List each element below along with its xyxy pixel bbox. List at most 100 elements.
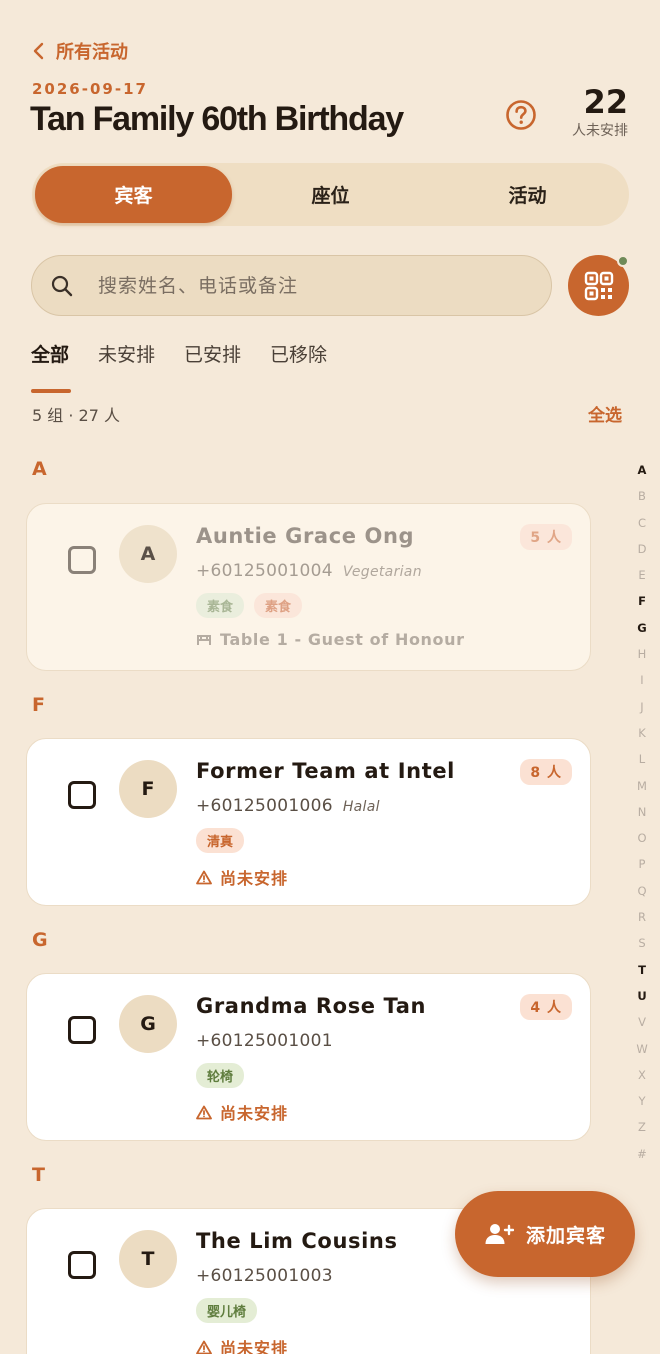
phone-number: +60125001006 [196, 796, 333, 816]
filter-assigned[interactable]: 已安排 [184, 340, 241, 381]
guest-name: The Lim Cousins [196, 1229, 398, 1253]
tab-guests[interactable]: 宾客 [35, 166, 232, 223]
tab-event[interactable]: 活动 [429, 166, 626, 223]
alphabet-index-letter[interactable]: C [638, 515, 646, 541]
alphabet-index-letter[interactable]: M [637, 778, 647, 804]
guest-card[interactable]: F Former Team at Intel +60125001006 Halal… [26, 738, 591, 906]
seat-status: Table 1 - Guest of Honour [196, 630, 465, 649]
alphabet-index-letter[interactable]: B [638, 488, 646, 514]
add-guest-button[interactable]: 添加宾客 [455, 1191, 635, 1277]
seat-status: 尚未安排 [196, 1335, 288, 1354]
guest-phone: +60125001001 [196, 1031, 333, 1051]
select-all-button[interactable]: 全选 [588, 401, 622, 426]
alphabet-index-letter[interactable]: I [640, 672, 643, 698]
search-bar [31, 255, 552, 316]
alphabet-index-letter[interactable]: X [638, 1067, 646, 1093]
alphabet-index-letter[interactable]: D [638, 541, 647, 567]
guest-phone: +60125001003 [196, 1266, 333, 1286]
unassigned-label: 人未安排 [572, 123, 628, 139]
alphabet-index-letter[interactable]: Q [637, 883, 646, 909]
alphabet-index-letter[interactable]: H [638, 646, 647, 672]
event-date: 2026-09-17 [32, 80, 148, 98]
alphabet-index-letter[interactable]: S [638, 935, 645, 961]
alphabet-index-letter[interactable]: J [640, 699, 643, 725]
tag-list: 清真 [196, 828, 245, 853]
notification-dot [617, 255, 629, 267]
alphabet-index-letter[interactable]: R [638, 909, 646, 935]
alphabet-index-letter[interactable]: P [639, 856, 646, 882]
guest-checkbox[interactable] [68, 1016, 96, 1044]
alphabet-index-letter[interactable]: F [638, 593, 646, 619]
alphabet-index-letter[interactable]: # [637, 1146, 647, 1172]
back-button[interactable]: 所有活动 [32, 38, 128, 64]
alphabet-index-letter[interactable]: U [637, 988, 646, 1014]
tag: 素食 [254, 593, 303, 618]
search-icon [51, 275, 73, 296]
alphabet-index-letter[interactable]: Z [638, 1119, 646, 1145]
avatar: A [119, 525, 177, 583]
seat-status: 尚未安排 [196, 865, 288, 889]
alphabet-index-letter[interactable]: N [638, 804, 647, 830]
seat-status-text: 尚未安排 [220, 869, 289, 888]
unassigned-counter: 22 人未安排 [572, 84, 628, 140]
section-header-g: G [32, 929, 48, 951]
guest-name: Auntie Grace Ong [196, 524, 415, 548]
help-icon[interactable] [505, 99, 537, 131]
add-person-icon [485, 1224, 514, 1244]
qr-scan-button[interactable] [568, 255, 629, 316]
tag: 婴儿椅 [196, 1298, 258, 1323]
filter-removed[interactable]: 已移除 [270, 340, 327, 381]
chevron-left-icon [33, 42, 44, 60]
unassigned-count: 22 [583, 83, 628, 121]
guest-note: Halal [342, 799, 380, 815]
guest-phone: +60125001006 Halal [196, 796, 380, 816]
guest-checkbox[interactable] [68, 546, 96, 574]
tag-list: 轮椅 [196, 1063, 245, 1088]
guest-name: Grandma Rose Tan [196, 994, 427, 1018]
filter-tabs: 全部 未安排 已安排 已移除 [31, 340, 327, 393]
search-input[interactable] [98, 274, 498, 297]
seat-status-text: Table 1 - Guest of Honour [220, 630, 465, 649]
avatar: F [119, 760, 177, 818]
alphabet-index[interactable]: A B C D E F G H I J K L M N O P Q R S T U V W X Y Z # [632, 462, 652, 1172]
tab-seating[interactable]: 座位 [232, 166, 429, 223]
alphabet-index-letter[interactable]: V [638, 1014, 646, 1040]
alphabet-index-letter[interactable]: O [637, 830, 646, 856]
seat-status: 尚未安排 [196, 1100, 288, 1124]
group-summary: 5 组 · 27 人 [32, 406, 120, 425]
guest-card[interactable]: A Auntie Grace Ong +60125001004 Vegetaria… [26, 503, 591, 671]
alphabet-index-letter[interactable]: L [639, 751, 645, 777]
guest-checkbox[interactable] [68, 1251, 96, 1279]
guest-checkbox[interactable] [68, 781, 96, 809]
alphabet-index-letter[interactable]: Y [638, 1093, 645, 1119]
party-size-badge: 4 人 [520, 994, 572, 1020]
party-size-badge: 5 人 [520, 524, 572, 550]
party-size-badge: 8 人 [520, 759, 572, 785]
tag: 轮椅 [196, 1063, 245, 1088]
filter-unassigned[interactable]: 未安排 [98, 340, 155, 381]
page-title: Tan Family 60th Birthday [30, 100, 404, 138]
alphabet-index-letter[interactable]: T [638, 962, 646, 988]
qr-code-icon [584, 271, 613, 300]
guest-card[interactable]: G Grandma Rose Tan +60125001001 轮椅 尚未安排 … [26, 973, 591, 1141]
tag-list: 素食 素食 [196, 593, 303, 618]
alphabet-index-letter[interactable]: A [638, 462, 647, 488]
add-guest-label: 添加宾客 [525, 1224, 606, 1247]
section-header-a: A [32, 458, 47, 480]
alphabet-index-letter[interactable]: G [637, 620, 646, 646]
section-header-f: F [32, 694, 45, 716]
guest-note: Vegetarian [342, 564, 422, 580]
alphabet-index-letter[interactable]: E [638, 567, 645, 593]
back-label: 所有活动 [56, 42, 128, 63]
section-header-t: T [32, 1164, 45, 1186]
segmented-control: 宾客 座位 活动 [32, 163, 629, 226]
phone-number: +60125001001 [196, 1031, 333, 1051]
phone-number: +60125001004 [196, 561, 333, 581]
alphabet-index-letter[interactable]: W [636, 1041, 647, 1067]
alphabet-index-letter[interactable]: K [638, 725, 646, 751]
tag: 素食 [196, 593, 245, 618]
guest-phone: +60125001004 Vegetarian [196, 561, 422, 581]
filter-all[interactable]: 全部 [31, 340, 72, 393]
avatar: T [119, 1230, 177, 1288]
warning-icon [196, 1105, 212, 1119]
